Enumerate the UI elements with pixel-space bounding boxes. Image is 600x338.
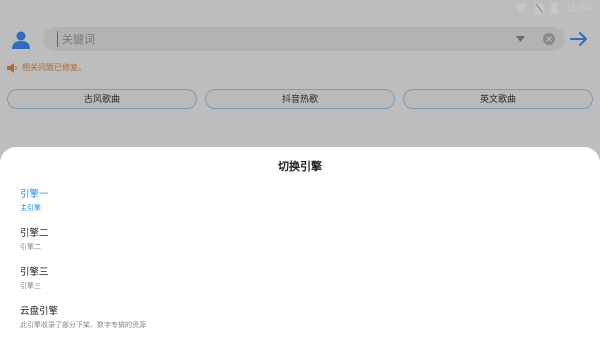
engine-option-2[interactable]: 引擎二 引擎二 — [20, 228, 580, 252]
engine-option-label: 引擎三 — [20, 267, 49, 278]
engine-option-1[interactable]: 引擎一 主引擎 — [20, 189, 580, 213]
engine-bottom-sheet: 切换引擎 引擎一 主引擎 引擎二 引擎二 引擎三 引擎三 云盘引擎 此引擎收录了… — [0, 147, 600, 338]
engine-option-subtitle: 引擎三 — [20, 282, 41, 290]
sheet-title: 切换引擎 — [278, 160, 322, 173]
engine-option-3[interactable]: 引擎三 引擎三 — [20, 267, 580, 291]
engine-option-subtitle: 此引擎收录了部分下架、数字专辑的资源 — [20, 321, 146, 329]
engine-option-subtitle: 主引擎 — [20, 204, 41, 212]
engine-option-label: 引擎二 — [20, 228, 49, 239]
engine-option-label: 引擎一 — [20, 189, 49, 200]
engine-option-cloud[interactable]: 云盘引擎 此引擎收录了部分下架、数字专辑的资源 — [20, 306, 580, 330]
engine-option-subtitle: 引擎二 — [20, 243, 41, 251]
engine-option-label: 云盘引擎 — [20, 306, 59, 317]
